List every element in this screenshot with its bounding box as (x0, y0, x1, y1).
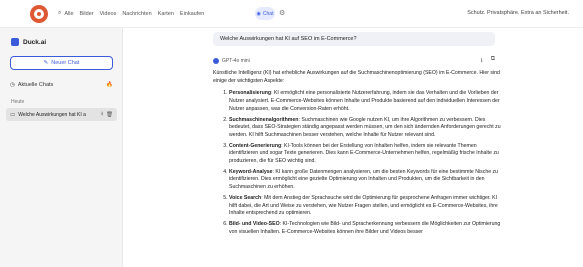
download-icon[interactable]: ⭳ (481, 56, 483, 66)
answer-list-item: Personalisierung: KI ermöglicht eine per… (229, 90, 503, 113)
new-chat-icon: ✎ (43, 60, 49, 66)
fire-icon[interactable]: 🔥 (106, 82, 113, 88)
model-name: GPT-4o mini (222, 58, 250, 64)
nav-images[interactable]: Bilder (80, 11, 94, 17)
copy-icon[interactable]: ⧉ (491, 56, 495, 66)
answer-list-item: Suchmaschinenalgorithmen: Suchmaschinen … (229, 117, 503, 140)
chat-tab[interactable]: ◉ Chat (255, 7, 275, 20)
nav-news[interactable]: Nachrichten (122, 11, 151, 17)
user-question: Welche Auswirkungen hat KI auf SEO im E-… (220, 36, 357, 42)
recent-chats-header: ◷ Aktuelle Chats 🔥 (10, 82, 113, 88)
new-chat-button[interactable]: ✎ Neuer Chat (10, 56, 113, 70)
trash-icon[interactable]: 🗑 (106, 112, 113, 118)
answer-list-item: Voice Search: Mit dem Anstieg der Sprach… (229, 195, 503, 218)
chat-main: Welche Auswirkungen hat KI auf SEO im E-… (123, 28, 583, 267)
model-badge: GPT-4o mini (213, 58, 250, 64)
assistant-answer: Künstliche Intelligenz (KI) hat erheblic… (213, 70, 503, 239)
brand-title: Duck.ai (23, 38, 47, 46)
answer-actions: ⭳ ⧉ (481, 56, 495, 66)
history-icon: ◷ (10, 82, 15, 88)
nav-videos[interactable]: Videos (100, 11, 117, 17)
nav-maps[interactable]: Karten (158, 11, 174, 17)
duckduckgo-logo[interactable] (30, 5, 48, 23)
chat-tab-label: Chat (262, 10, 274, 17)
user-message: Welche Auswirkungen hat KI auf SEO im E-… (213, 32, 495, 46)
search-icon: ⌕ (58, 10, 62, 16)
answer-list-item: Bild- und Video-SEO: KI-Technologien wie… (229, 221, 503, 236)
sidebar: Duck.ai ✎ Neuer Chat ◷ Aktuelle Chats 🔥 … (0, 28, 123, 267)
answer-list-item: Content-Generierung: KI-Tools können bei… (229, 143, 503, 166)
new-chat-label: Neuer Chat (51, 60, 80, 66)
privacy-tagline[interactable]: Schutz. Privatsphäre. Extra an Sicherhei… (467, 10, 569, 16)
download-icon[interactable]: ⭳ (101, 110, 103, 119)
nav-shopping[interactable]: Einkaufen (180, 11, 204, 17)
model-icon (213, 58, 219, 64)
chat-bubble-icon: ◉ (256, 10, 261, 17)
sidebar-brand: Duck.ai (11, 38, 46, 46)
chat-bubble-icon: ▭ (10, 111, 16, 118)
today-label: Heute (11, 99, 25, 105)
answer-header: GPT-4o mini ⭳ ⧉ (213, 56, 495, 66)
recent-chat-item[interactable]: ▭ Welche Auswirkungen hat KI a ⭳ 🗑 (6, 108, 117, 121)
answer-intro: Künstliche Intelligenz (KI) hat erheblic… (213, 70, 500, 84)
scroll-fade (123, 249, 583, 267)
answer-list: Personalisierung: KI ermöglicht eine per… (213, 90, 503, 236)
nav-all[interactable]: Alle (64, 11, 73, 17)
search-nav: ⌕ Alle Bilder Videos Nachrichten Karten … (58, 10, 204, 17)
settings-gear-icon[interactable]: ⚙ (279, 9, 285, 17)
top-bar: ⌕ Alle Bilder Videos Nachrichten Karten … (0, 0, 583, 28)
duck-ai-icon (11, 38, 19, 46)
recent-chat-title: Welche Auswirkungen hat KI a (18, 111, 86, 118)
answer-list-item: Keyword-Analyse: KI kann große Datenmeng… (229, 169, 503, 192)
recent-chats-label: Aktuelle Chats (17, 82, 54, 88)
